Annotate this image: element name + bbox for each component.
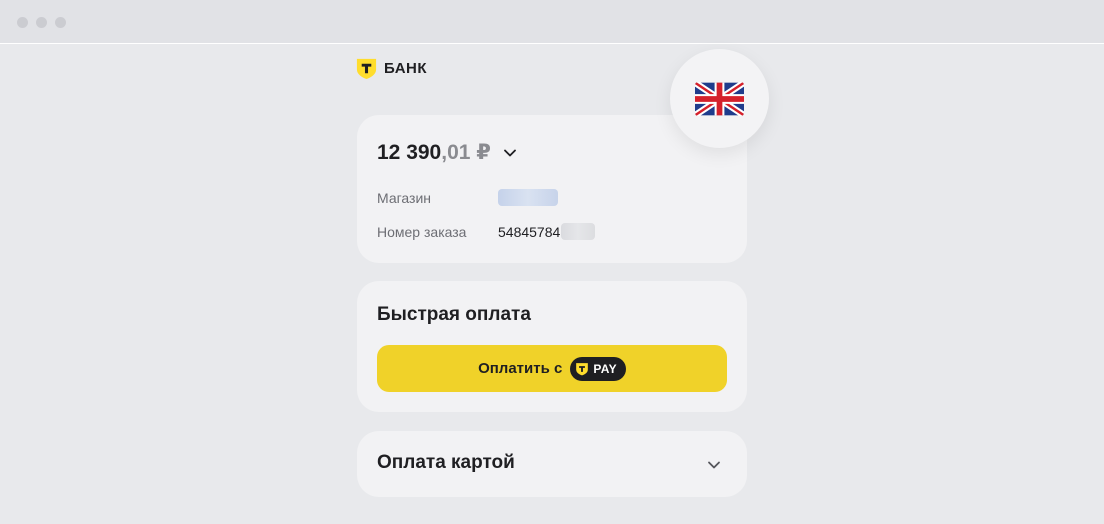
language-switcher[interactable] bbox=[670, 49, 769, 148]
t-shield-logo-icon bbox=[356, 58, 377, 79]
uk-flag-icon bbox=[695, 81, 744, 116]
window-close-button[interactable] bbox=[17, 17, 28, 28]
store-value-redacted bbox=[498, 189, 558, 206]
pay-button-label: Оплатить с bbox=[478, 360, 563, 377]
order-number-label: Номер заказа bbox=[377, 223, 467, 240]
tpay-label: PAY bbox=[593, 361, 617, 376]
store-row: Магазин bbox=[377, 189, 558, 206]
store-label: Магазин bbox=[377, 189, 432, 206]
amount-cents: ,01 ₽ bbox=[441, 141, 491, 164]
bank-name: БАНК bbox=[384, 59, 428, 77]
t-shield-logo-icon bbox=[576, 362, 589, 375]
window-titlebar bbox=[0, 0, 1104, 44]
order-number-redacted bbox=[561, 223, 596, 240]
order-number-value: 54845784 bbox=[498, 223, 561, 240]
amount-main: 12 390 bbox=[377, 140, 442, 164]
amount-toggle[interactable]: 12 390,01 ₽ bbox=[377, 140, 517, 165]
card-payment-title: Оплата картой bbox=[377, 452, 515, 473]
order-number-row: Номер заказа 54845784 bbox=[377, 223, 596, 240]
pay-with-tpay-button[interactable]: Оплатить с PAY bbox=[377, 345, 727, 392]
fast-pay-card: Быстрая оплата Оплатить с PAY bbox=[357, 281, 747, 412]
tpay-badge: PAY bbox=[570, 356, 626, 381]
window-maximize-button[interactable] bbox=[55, 17, 66, 28]
chevron-down-icon bbox=[503, 149, 516, 156]
bank-logo: БАНК bbox=[355, 56, 427, 80]
card-payment-section[interactable]: Оплата картой bbox=[357, 431, 747, 497]
fast-pay-title: Быстрая оплата bbox=[377, 304, 531, 325]
window-minimize-button[interactable] bbox=[36, 17, 47, 28]
chevron-down-icon bbox=[708, 461, 720, 469]
